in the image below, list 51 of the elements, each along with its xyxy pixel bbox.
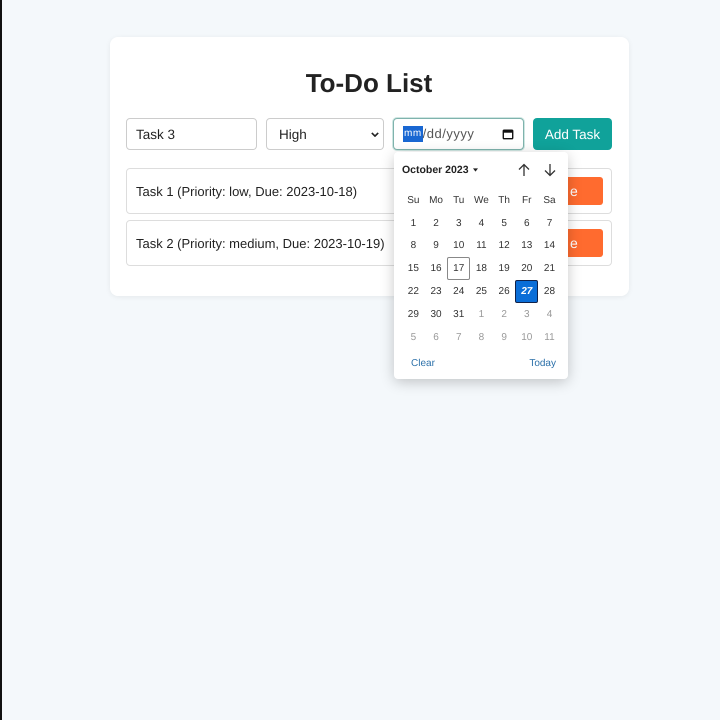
weekday-label: Tu bbox=[452, 194, 466, 208]
calendar-day[interactable]: 15 bbox=[402, 257, 425, 280]
priority-select[interactable]: High bbox=[266, 118, 384, 150]
month-year-dropdown[interactable]: October 2023 bbox=[402, 164, 478, 176]
chevron-down-icon bbox=[371, 132, 379, 136]
weekday-label: Th bbox=[497, 194, 511, 208]
calendar-day[interactable]: 29 bbox=[402, 302, 425, 326]
calendar-day[interactable]: 5 bbox=[492, 212, 516, 235]
weekday-label: Mo bbox=[428, 194, 444, 208]
task-text: Task 1 (Priority: low, Due: 2023-10-18) bbox=[136, 184, 358, 198]
calendar-day[interactable]: 31 bbox=[447, 302, 470, 326]
weekday-label: Su bbox=[406, 194, 420, 208]
weekday-label: Fr bbox=[521, 194, 532, 208]
calendar-day[interactable]: 27 bbox=[515, 280, 538, 303]
calendar-day[interactable]: 14 bbox=[538, 234, 561, 258]
calendar-day[interactable]: 28 bbox=[538, 280, 561, 303]
date-part[interactable]: mm bbox=[403, 126, 423, 142]
calendar-day[interactable]: 21 bbox=[538, 257, 561, 280]
calendar-day[interactable]: 16 bbox=[424, 257, 448, 280]
calendar-day[interactable]: 26 bbox=[492, 280, 516, 303]
calendar-day[interactable]: 24 bbox=[447, 280, 470, 303]
today-link[interactable]: Today bbox=[529, 358, 556, 370]
calendar-day[interactable]: 23 bbox=[424, 280, 448, 303]
calendar-day[interactable]: 12 bbox=[492, 234, 516, 258]
calendar-day[interactable]: 17 bbox=[447, 257, 470, 280]
weekday-label: We bbox=[472, 194, 490, 208]
calendar-day[interactable]: 22 bbox=[402, 280, 425, 303]
calendar-day[interactable]: 10 bbox=[447, 234, 470, 258]
calendar-day[interactable]: 2 bbox=[424, 212, 448, 235]
weekday-label: Sa bbox=[542, 194, 557, 208]
task-input[interactable]: Task 3 bbox=[126, 118, 257, 150]
calendar-day[interactable]: 13 bbox=[515, 234, 538, 258]
calendar-day[interactable]: 1 bbox=[402, 212, 425, 235]
task-text: Task 2 (Priority: medium, Due: 2023-10-19) bbox=[136, 236, 385, 250]
calendar-day[interactable]: 8 bbox=[402, 234, 425, 258]
calendar-day[interactable]: 30 bbox=[424, 302, 448, 326]
calendar-icon[interactable] bbox=[502, 128, 514, 140]
calendar-day[interactable]: 25 bbox=[470, 280, 493, 303]
calendar-day[interactable]: 11 bbox=[470, 234, 493, 258]
caret-icon bbox=[472, 168, 478, 172]
calendar-day[interactable]: 4 bbox=[470, 212, 493, 235]
calendar-day[interactable]: 18 bbox=[470, 257, 493, 280]
calendar-day[interactable]: 3 bbox=[447, 212, 470, 235]
arrow-down-icon[interactable] bbox=[544, 163, 556, 177]
calendar-day[interactable]: 6 bbox=[515, 212, 538, 235]
calendar-day[interactable]: 20 bbox=[515, 257, 538, 280]
calendar-day[interactable]: 19 bbox=[492, 257, 516, 280]
calendar-day[interactable]: 9 bbox=[424, 234, 448, 258]
arrow-up-icon[interactable] bbox=[518, 163, 530, 177]
clear-link[interactable]: Clear bbox=[411, 358, 435, 370]
page-title: To-Do List bbox=[304, 67, 434, 99]
